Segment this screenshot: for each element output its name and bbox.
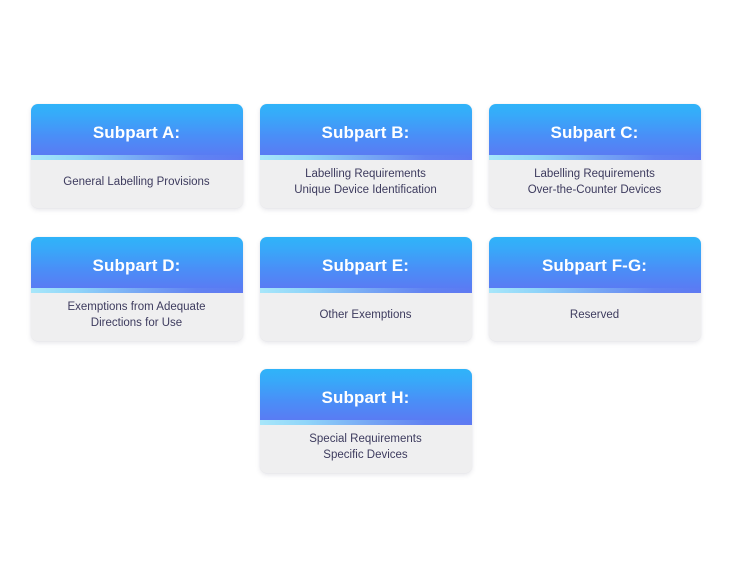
card-row-1: Subpart A: General Labelling Provisions … (0, 104, 731, 208)
subpart-card-d-body-text: Exemptions from Adequate Directions for … (67, 301, 206, 329)
subpart-card-d-body: Exemptions from Adequate Directions for … (30, 293, 243, 341)
subpart-card-h-header: Subpart H: (259, 369, 472, 425)
subpart-card-fg-body-text: Reserved (569, 308, 620, 321)
subpart-card-b-title: Subpart B: (321, 122, 410, 142)
subpart-card-e-header: Subpart E: (259, 237, 472, 293)
subpart-card-b-body: Labelling Requirements Unique Device Ide… (259, 160, 472, 208)
subpart-card-a[interactable]: Subpart A: General Labelling Provisions (30, 104, 243, 208)
subpart-card-c[interactable]: Subpart C: Labelling Requirements Over-t… (488, 104, 701, 208)
subpart-card-a-body-text: General Labelling Provisions (63, 175, 210, 188)
subpart-card-e-title: Subpart E: (322, 255, 409, 275)
subpart-card-b-header: Subpart B: (259, 104, 472, 160)
subpart-card-d-title: Subpart D: (92, 255, 181, 275)
subpart-card-fg-header: Subpart F-G: (488, 237, 701, 293)
subpart-card-c-body: Labelling Requirements Over-the-Counter … (488, 160, 701, 208)
subpart-card-d[interactable]: Subpart D: Exemptions from Adequate Dire… (30, 237, 243, 341)
subpart-card-e-body-text: Other Exemptions (319, 308, 412, 321)
subpart-card-h[interactable]: Subpart H: Special Requirements Specific… (259, 369, 472, 473)
subpart-card-fg-body: Reserved (488, 293, 701, 341)
subpart-card-h-body: Special Requirements Specific Devices (259, 425, 472, 473)
subpart-card-d-header: Subpart D: (30, 237, 243, 293)
subpart-card-b-body-text: Labelling Requirements Unique Device Ide… (294, 168, 437, 196)
subpart-card-a-title: Subpart A: (92, 122, 181, 142)
subpart-card-a-body: General Labelling Provisions (30, 160, 243, 208)
subpart-card-h-title: Subpart H: (321, 387, 410, 407)
subpart-card-a-header: Subpart A: (30, 104, 243, 160)
subpart-card-c-header: Subpart C: (488, 104, 701, 160)
subpart-card-b[interactable]: Subpart B: Labelling Requirements Unique… (259, 104, 472, 208)
card-row-3: Subpart H: Special Requirements Specific… (0, 369, 731, 473)
subpart-card-fg[interactable]: Subpart F-G: Reserved (488, 237, 701, 341)
subpart-card-c-body-text: Labelling Requirements Over-the-Counter … (527, 168, 662, 196)
subpart-card-fg-title: Subpart F-G: (541, 255, 648, 275)
card-row-2: Subpart D: Exemptions from Adequate Dire… (0, 237, 731, 341)
subpart-card-c-title: Subpart C: (550, 122, 639, 142)
subpart-card-h-body-text: Special Requirements Specific Devices (309, 433, 422, 461)
subpart-card-e-body: Other Exemptions (259, 293, 472, 341)
subparts-card-board: Subpart A: General Labelling Provisions … (0, 0, 731, 572)
subpart-card-e[interactable]: Subpart E: Other Exemptions (259, 237, 472, 341)
